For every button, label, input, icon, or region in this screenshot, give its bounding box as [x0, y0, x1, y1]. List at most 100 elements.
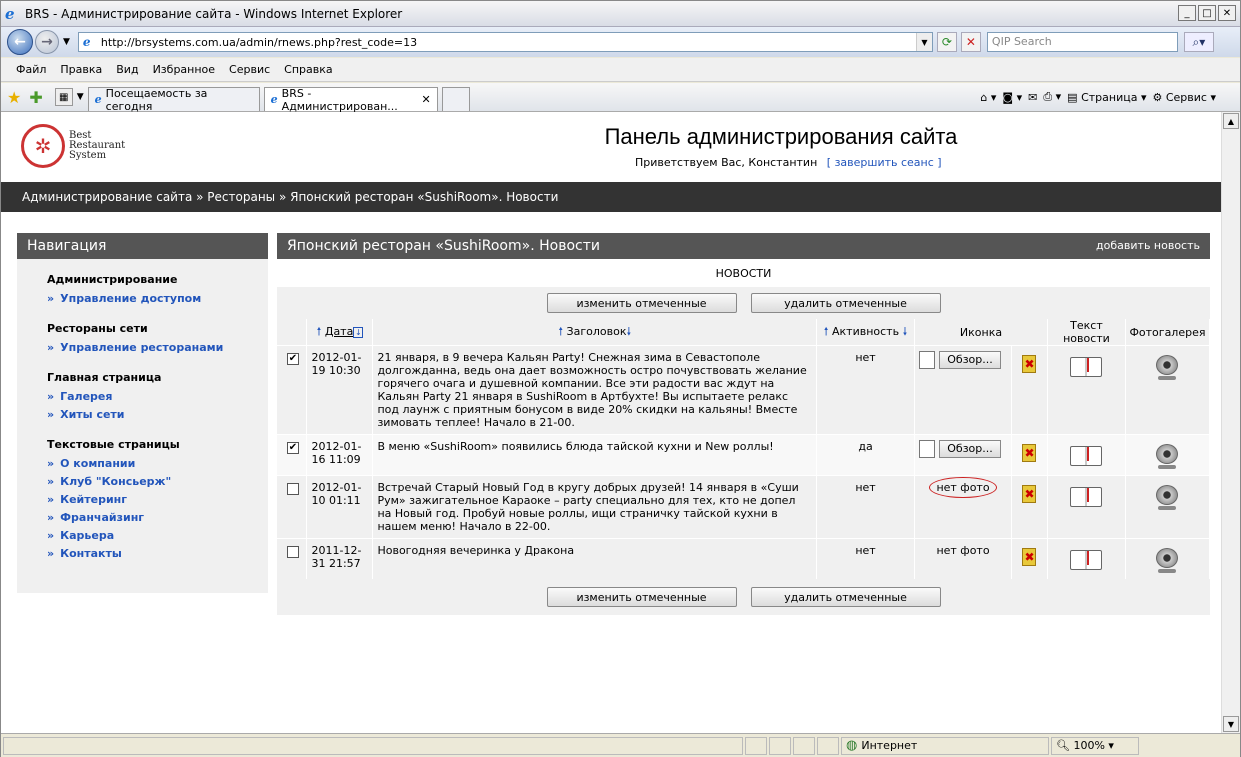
file-input[interactable] [919, 440, 936, 458]
new-tab-button[interactable] [441, 87, 470, 111]
row-gallery-cell [1125, 434, 1211, 476]
scroll-down-icon[interactable]: ▼ [1223, 716, 1239, 732]
row-gallery-cell [1125, 475, 1211, 539]
sort-down-icon[interactable]: 🠗 [903, 325, 908, 338]
tab-brs-admin[interactable]: e BRS - Администрирован... ✕ [263, 87, 438, 113]
row-heading[interactable]: 21 января, в 9 вечера Кальян Party! Снеж… [372, 345, 818, 435]
sort-up-icon[interactable]: 🠕 [824, 325, 829, 338]
row-checkbox[interactable] [287, 483, 299, 495]
sort-up-icon[interactable]: 🠕 [317, 325, 322, 338]
book-icon[interactable] [1070, 446, 1103, 466]
favorites-star-icon[interactable]: ★ [7, 88, 21, 107]
browse-button[interactable]: Обзор... [939, 351, 1002, 369]
webcam-icon[interactable] [1155, 485, 1179, 511]
menu-file[interactable]: Файл [16, 63, 46, 76]
edit-selected-button[interactable]: изменить отмеченные [546, 293, 737, 313]
menu-view[interactable]: Вид [116, 63, 138, 76]
row-gallery-cell [1125, 538, 1211, 579]
mail-icon[interactable]: ✉ [1028, 91, 1037, 104]
delete-selected-button[interactable]: удалить отмеченные [750, 293, 941, 313]
url-dropdown-icon[interactable]: ▼ [915, 33, 932, 51]
row-check-cell [277, 475, 308, 539]
date-header[interactable]: Дата [325, 325, 353, 338]
tab-list-dropdown-icon[interactable]: ▼ [77, 92, 84, 102]
book-icon[interactable] [1070, 487, 1103, 507]
delete-icon[interactable]: ✖ [1022, 355, 1037, 373]
menu-edit[interactable]: Правка [60, 63, 102, 76]
webcam-icon[interactable] [1155, 444, 1179, 470]
scroll-up-icon[interactable]: ▲ [1223, 113, 1239, 129]
menu-help[interactable]: Справка [284, 63, 332, 76]
delete-icon[interactable]: ✖ [1022, 548, 1037, 566]
browse-button[interactable]: Обзор... [939, 440, 1002, 458]
nav-link-franchising[interactable]: » Франчайзинг [47, 509, 268, 527]
edit-selected-button[interactable]: изменить отмеченные [546, 587, 737, 607]
add-favorite-icon[interactable]: ✚ [29, 88, 42, 107]
brs-logo[interactable]: ✲ Best Restaurant System [21, 124, 125, 168]
home-icon[interactable]: ⌂ ▾ [980, 91, 996, 104]
history-dropdown-icon[interactable]: ▼ [63, 37, 70, 47]
nav-link-access[interactable]: » Управление доступом [47, 290, 268, 308]
maximize-button[interactable]: □ [1198, 5, 1216, 21]
sort-down-icon[interactable]: ↓ [353, 326, 364, 338]
page-content: ✲ Best Restaurant System Панель админист… [1, 112, 1221, 733]
book-icon[interactable] [1070, 550, 1103, 570]
col-heading[interactable]: 🠕 Заголовок🠗 [372, 319, 818, 346]
zoom-control[interactable]: 🔍︎ 100% ▾ [1051, 736, 1139, 755]
vertical-scrollbar[interactable]: ▲ ▼ [1221, 112, 1240, 733]
nav-link-gallery[interactable]: » Галерея [47, 388, 268, 406]
row-date: 2012-01-19 10:30 [306, 345, 374, 435]
row-checkbox[interactable]: ✔ [287, 442, 299, 454]
print-icon[interactable]: ⎙ ▾ [1043, 90, 1061, 104]
row-heading[interactable]: Новогодняя вечеринка у Дракона [372, 538, 818, 579]
close-button[interactable]: ✕ [1218, 5, 1236, 21]
row-heading[interactable]: Встречай Старый Новый Год в кругу добрых… [372, 475, 818, 539]
url-field[interactable]: e http://brsystems.com.ua/admin/rnews.ph… [77, 32, 933, 52]
forward-button[interactable]: → [35, 30, 59, 54]
row-heading[interactable]: В меню «SushiRoom» появились блюда тайск… [372, 434, 818, 476]
feeds-icon[interactable]: ◙ ▾ [1002, 91, 1022, 104]
nav-link-catering[interactable]: » Кейтеринг [47, 491, 268, 509]
quick-tabs-icon[interactable]: ▦ [54, 88, 73, 106]
back-button[interactable]: ← [7, 29, 33, 55]
delete-icon[interactable]: ✖ [1022, 485, 1037, 503]
close-tab-icon[interactable]: ✕ [421, 93, 430, 106]
nav-link-career[interactable]: » Карьера [47, 527, 268, 545]
row-active: нет [816, 345, 916, 435]
sort-down-icon[interactable]: 🠗 [626, 325, 631, 338]
row-checkbox[interactable] [287, 546, 299, 558]
nav-link-contacts[interactable]: » Контакты [47, 545, 268, 563]
nav-group: Главная страница » Галерея » Хиты сети [47, 371, 268, 424]
nav-group-title: Администрирование [47, 273, 178, 286]
delete-selected-button[interactable]: удалить отмеченные [750, 587, 941, 607]
search-input[interactable]: QIP Search [986, 32, 1178, 52]
book-icon[interactable] [1070, 357, 1103, 377]
add-news-link[interactable]: добавить новость [1096, 233, 1200, 259]
nav-link-hits[interactable]: » Хиты сети [47, 406, 268, 424]
file-input[interactable] [919, 351, 936, 369]
tab-visits[interactable]: e Посещаемость за сегодня [87, 87, 260, 113]
section-title: Японский ресторан «SushiRoom». Новости [287, 238, 600, 254]
webcam-icon[interactable] [1155, 355, 1179, 381]
col-date[interactable]: 🠕 Дата ↓ [306, 319, 374, 346]
logout-link[interactable]: [ завершить сеанс ] [827, 156, 942, 169]
menu-favorites[interactable]: Избранное [153, 63, 215, 76]
tools-menu[interactable]: ⚙ Сервис ▾ [1152, 91, 1216, 104]
minimize-button[interactable]: _ [1178, 5, 1196, 21]
refresh-icon[interactable]: ⟳ [936, 32, 957, 52]
webcam-icon[interactable] [1155, 548, 1179, 574]
nav-link-about[interactable]: » О компании [47, 455, 268, 473]
delete-icon[interactable]: ✖ [1022, 444, 1037, 462]
sort-up-icon[interactable]: 🠕 [558, 325, 563, 338]
search-icon[interactable]: ⌕▾ [1183, 32, 1214, 52]
nav-link-club[interactable]: » Клуб "Консьерж" [47, 473, 268, 491]
stop-icon[interactable]: ✕ [960, 32, 981, 52]
col-active[interactable]: 🠕 Активность 🠗 [816, 319, 916, 346]
row-text-cell [1047, 475, 1126, 539]
menu-tools[interactable]: Сервис [229, 63, 270, 76]
nav-link-restaurants[interactable]: » Управление ресторанами [47, 339, 268, 357]
heading-header: Заголовок [566, 324, 627, 338]
page-menu[interactable]: ▤ Страница ▾ [1067, 91, 1146, 104]
url-text[interactable]: http://brsystems.com.ua/admin/rnews.php?… [101, 36, 916, 49]
row-checkbox[interactable]: ✔ [287, 353, 299, 365]
